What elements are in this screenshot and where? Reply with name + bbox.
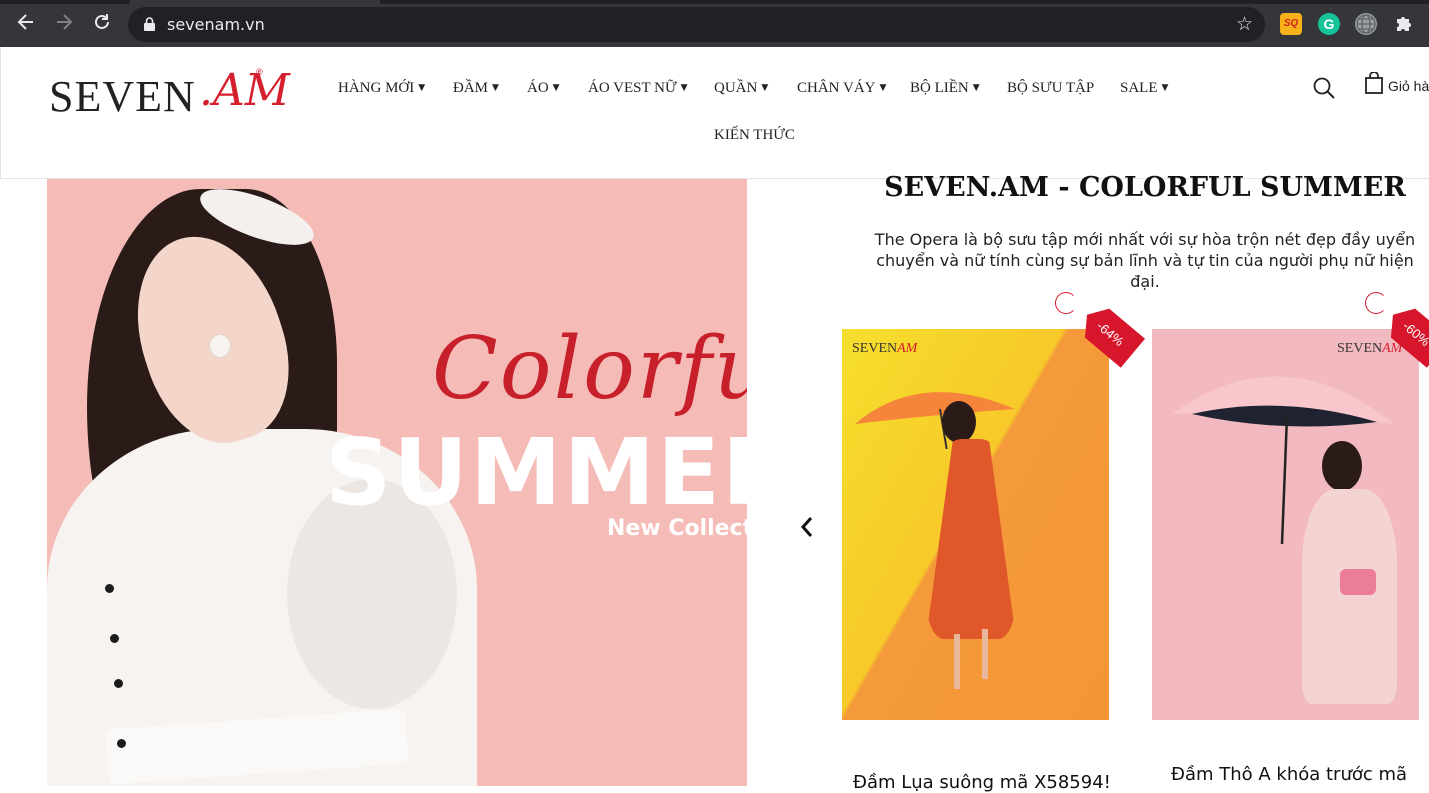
menu-label: HÀNG MỚI: [338, 80, 415, 96]
menu-label: SALE: [1120, 80, 1158, 96]
chevron-down-icon: ▼: [761, 83, 769, 93]
chevron-down-icon: ▼: [1161, 83, 1169, 93]
hero-model-earring: [210, 335, 230, 357]
collection-description: The Opera là bộ sưu tập mới nhất với sự …: [860, 229, 1429, 292]
menu-item-sale[interactable]: SALE ▼: [1120, 80, 1168, 97]
pink-dress: [1302, 489, 1397, 704]
hero-big-text: SUMMER: [325, 419, 747, 526]
product-card-image[interactable]: SEVENAM: [842, 329, 1109, 720]
logo-am-text: .AM: [199, 65, 290, 116]
menu-item-chan-vay[interactable]: CHÂN VÁY ▼: [797, 80, 886, 97]
chevron-down-icon: ▼: [492, 83, 499, 93]
menu-item-quan[interactable]: QUẦN ▼: [714, 80, 768, 97]
hero-banner[interactable]: Colorful SUMMER New Collecti: [47, 179, 747, 786]
browser-toolbar: sevenam.vn ☆ SQ G: [0, 0, 1429, 47]
umbrella-graphic: [855, 392, 1015, 449]
dress-button: [114, 679, 123, 688]
menu-label: KIẾN THỨC: [714, 127, 795, 143]
star-icon[interactable]: ☆: [1236, 13, 1253, 36]
chevron-down-icon: ▼: [680, 83, 688, 93]
model-head: [1322, 441, 1362, 491]
arrow-left-icon: [17, 14, 33, 30]
collection-title: SEVEN.AM - COLORFUL SUMMER: [884, 172, 1406, 203]
lock-icon: [144, 17, 155, 31]
cart-label[interactable]: Giỏ hà: [1388, 78, 1429, 94]
address-bar[interactable]: sevenam.vn ☆: [128, 7, 1265, 42]
dress-button: [105, 584, 114, 593]
menu-item-bo-lien[interactable]: BỘ LIỀN ▼: [910, 80, 980, 97]
chevron-down-icon: ▼: [418, 83, 426, 93]
model-leg: [982, 629, 988, 679]
menu-label: ÁO: [527, 80, 549, 96]
menu-item-kien-thuc[interactable]: KIẾN THỨC: [714, 127, 795, 144]
hero-sub-text: New Collecti: [607, 516, 747, 541]
back-button[interactable]: [14, 12, 38, 36]
shopping-bag-icon[interactable]: [1365, 72, 1383, 94]
product-name[interactable]: Đầm Lụa suông mã X58594!: [853, 772, 1111, 793]
menu-item-dam[interactable]: ĐẦM ▼: [453, 80, 499, 97]
dress-button: [117, 739, 126, 748]
menu-label: BỘ SƯU TẬP: [1007, 80, 1095, 96]
tag-string: [1055, 292, 1077, 314]
sq-extension-icon[interactable]: SQ: [1280, 13, 1302, 35]
grammarly-icon[interactable]: G: [1318, 13, 1340, 35]
product-card-image[interactable]: SEVENAM: [1152, 329, 1419, 720]
menu-label: QUẦN: [714, 80, 758, 96]
search-icon[interactable]: [1313, 77, 1335, 99]
brand-am: AM: [897, 341, 918, 356]
reload-icon: [95, 14, 109, 29]
menu-label: ÁO VEST NỮ: [588, 80, 677, 96]
model-leg: [954, 634, 960, 689]
logo-registered-mark: ®: [256, 67, 263, 77]
puzzle-icon[interactable]: [1393, 13, 1415, 35]
menu-item-ao-vest-nu[interactable]: ÁO VEST NỮ ▼: [588, 80, 688, 97]
active-tab-indicator[interactable]: [130, 0, 380, 4]
product-brand: SEVENAM: [852, 341, 917, 357]
chevron-left-icon[interactable]: [796, 512, 818, 542]
url-text[interactable]: sevenam.vn: [167, 15, 265, 34]
globe-extension-icon[interactable]: [1355, 13, 1377, 35]
product-name[interactable]: Đầm Thô A khóa trước mã: [1171, 764, 1407, 785]
brand-seven: SEVEN: [852, 341, 898, 356]
description-line: The Opera là bộ sưu tập mới nhất với sự …: [874, 230, 1416, 249]
reload-button[interactable]: [90, 12, 114, 36]
forward-button[interactable]: [52, 12, 76, 36]
menu-label: BỘ LIỀN: [910, 80, 969, 96]
menu-item-hang-moi[interactable]: HÀNG MỚI ▼: [338, 80, 425, 97]
logo-seven-text: SEVEN: [49, 72, 196, 121]
model-head: [942, 401, 976, 443]
pink-handbag: [1340, 569, 1376, 595]
menu-label: ĐẦM: [453, 80, 489, 96]
site-header: SEVEN .AM ® HÀNG MỚI ▼ ĐẦM ▼ ÁO ▼ ÁO VEST N…: [0, 47, 1429, 179]
description-line: chuyển và nữ tính cùng sự bản lĩnh và tự…: [876, 251, 1414, 291]
hero-script-text: Colorful: [432, 319, 747, 419]
menu-item-ao[interactable]: ÁO ▼: [527, 80, 560, 97]
menu-item-bo-suu-tap[interactable]: BỘ SƯU TẬP: [1007, 80, 1094, 97]
arrow-right-icon: [57, 14, 73, 30]
chevron-down-icon: ▼: [879, 83, 887, 93]
menu-label: CHÂN VÁY: [797, 80, 876, 96]
chevron-down-icon: ▼: [972, 83, 980, 93]
tag-string: [1365, 292, 1387, 314]
dress-button: [110, 634, 119, 643]
orange-dress: [926, 439, 1016, 639]
chevron-down-icon: ▼: [552, 83, 560, 93]
